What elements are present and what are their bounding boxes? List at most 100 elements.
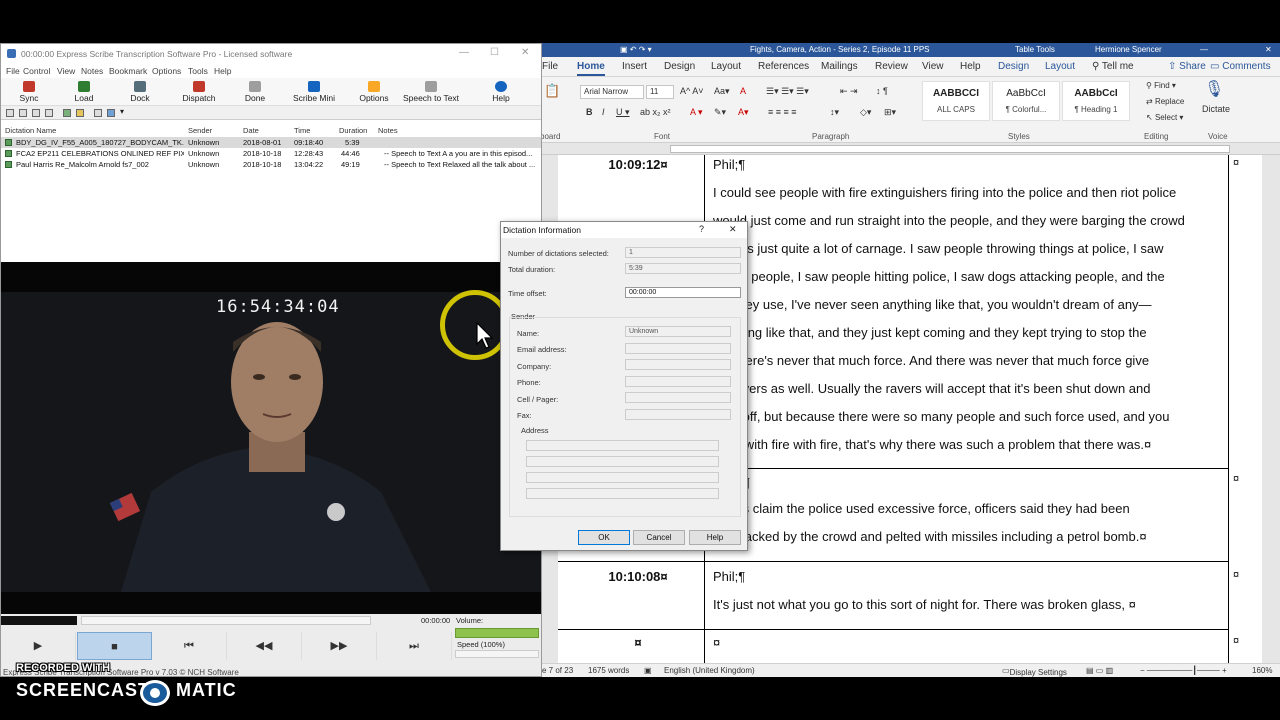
tab-view[interactable]: View (922, 61, 944, 72)
comments-button[interactable]: ▭ Comments (1210, 61, 1271, 72)
scribe-minimize-icon[interactable]: — (459, 47, 469, 58)
borders-icon[interactable]: ⊞▾ (884, 107, 896, 118)
zoom-slider[interactable]: − ────────┃──── + (1140, 666, 1227, 675)
bullets-icon[interactable]: ☰▾ ☰▾ ☰▾ (766, 86, 809, 97)
word-count[interactable]: 1675 words (588, 666, 629, 675)
menu-control[interactable]: Control (23, 66, 50, 76)
tab-file[interactable]: File (542, 61, 558, 72)
line-spacing-icon[interactable]: ↕▾ (830, 107, 839, 118)
sort-icon[interactable]: ↕ ¶ (876, 86, 888, 96)
tab-layout[interactable]: Layout (711, 61, 741, 72)
next-button[interactable]: ⏭ (377, 632, 452, 660)
phone-field[interactable] (625, 376, 731, 387)
column-header[interactable]: Date (243, 126, 259, 135)
globe-icon[interactable] (107, 109, 115, 117)
vertical-scrollbar[interactable] (1264, 155, 1280, 663)
indent-icon[interactable]: ⇤ ⇥ (840, 86, 858, 97)
cell-pager-field[interactable] (625, 392, 731, 403)
play-button[interactable]: ▶ (1, 632, 76, 660)
table-row[interactable]: FCA2 EP211 CELEBRATIONS ONLINED REF PIX … (1, 148, 541, 159)
load-button[interactable]: Load (56, 78, 112, 106)
menu-tools[interactable]: Tools (188, 66, 208, 76)
tab-help[interactable]: Help (960, 61, 981, 72)
display-settings-button[interactable]: ▭ Display Settings (1002, 666, 1067, 677)
save-icon[interactable] (32, 109, 40, 117)
bookmark-icon[interactable] (94, 109, 102, 117)
tab-references[interactable]: References (758, 61, 809, 72)
view-icons[interactable]: ▤ ▭ ▥ (1086, 666, 1113, 675)
dialog-close-icon[interactable]: ✕ (729, 224, 737, 235)
tab-design[interactable]: Design (664, 61, 695, 72)
help-button[interactable]: Help (473, 78, 529, 106)
font-size-box[interactable]: 11 (646, 85, 674, 99)
position-bar[interactable] (1, 616, 77, 625)
print-icon[interactable] (45, 109, 53, 117)
ok-button[interactable]: OK (578, 530, 630, 545)
address-line-4[interactable] (526, 488, 719, 499)
stop-button[interactable]: ■ (77, 632, 152, 660)
sender-name-field[interactable]: Unknown (625, 326, 731, 337)
new-icon[interactable] (6, 109, 14, 117)
tab-insert[interactable]: Insert (622, 61, 647, 72)
clear-format-icon[interactable]: A (740, 86, 746, 96)
style-colorful[interactable]: AaBbCcI ¶ Colorful... (992, 81, 1060, 121)
seek-bar[interactable] (81, 616, 371, 625)
dictate-button[interactable]: Dictate (1202, 104, 1230, 114)
column-header[interactable]: Duration (339, 126, 367, 135)
select-button[interactable]: ↖ Select ▾ (1146, 113, 1183, 122)
font-name-box[interactable]: Arial Narrow (580, 85, 644, 99)
column-header[interactable]: Sender (188, 126, 212, 135)
microphone-icon[interactable]: 🎙 (1204, 79, 1224, 99)
tab-table-layout[interactable]: Layout (1045, 61, 1075, 72)
style-heading-1[interactable]: AABbCcI ¶ Heading 1 (1062, 81, 1130, 121)
menu-options[interactable]: Options (152, 66, 181, 76)
word-minimize-icon[interactable]: — (1200, 45, 1208, 54)
tell-me-box[interactable]: ⚲ Tell me (1092, 61, 1134, 72)
dialog-help-icon[interactable]: ? (699, 224, 704, 234)
column-header[interactable]: Time (294, 126, 310, 135)
column-header[interactable]: Notes (378, 126, 398, 135)
font-color-icon[interactable]: A▾ (738, 107, 749, 118)
open-icon[interactable] (19, 109, 27, 117)
address-line-1[interactable] (526, 440, 719, 451)
bold-icon[interactable]: B (586, 107, 593, 117)
tab-table-design[interactable]: Design (998, 61, 1029, 72)
sync-button[interactable]: Sync (1, 78, 57, 106)
options-button[interactable]: Options (346, 78, 402, 106)
menu-view[interactable]: View (57, 66, 75, 76)
address-line-3[interactable] (526, 472, 719, 483)
fast-forward-button[interactable]: ▶▶ (302, 632, 377, 660)
align-icon[interactable]: ≡ ≡ ≡ ≡ (768, 107, 797, 117)
dock-button[interactable]: Dock (112, 78, 168, 106)
table-row[interactable]: Paul Harris Re_Malcolm Arnold fs7_002 Un… (1, 159, 541, 170)
menu-notes[interactable]: Notes (81, 66, 103, 76)
time-offset-input[interactable]: 00:00:00 (625, 287, 741, 298)
italic-icon[interactable]: I (602, 107, 605, 117)
cancel-button[interactable]: Cancel (633, 530, 685, 545)
style-all-caps[interactable]: AABBCCI ALL CAPS (922, 81, 990, 121)
menu-bookmark[interactable]: Bookmark (109, 66, 147, 76)
fax-field[interactable] (625, 409, 731, 420)
menu-help[interactable]: Help (214, 66, 231, 76)
page-count[interactable]: e 7 of 23 (542, 666, 573, 675)
done-button[interactable]: Done (227, 78, 283, 106)
shading-icon[interactable]: ◇▾ (860, 107, 871, 118)
user-name[interactable]: Hermione Spencer (1095, 45, 1162, 54)
word-close-icon[interactable]: ✕ (1265, 45, 1272, 54)
green-icon[interactable] (63, 109, 71, 117)
tab-review[interactable]: Review (875, 61, 908, 72)
scribe-maximize-icon[interactable]: ☐ (490, 47, 499, 58)
column-header[interactable]: Dictation Name (5, 126, 56, 135)
share-button[interactable]: ⇧ Share (1168, 61, 1206, 72)
speech-to-text-button[interactable]: Speech to Text (399, 78, 463, 106)
ruler[interactable] (540, 143, 1280, 155)
table-row[interactable]: BDY_DG_IV_F55_A005_180727_BODYCAM_TK... … (1, 137, 541, 148)
dropdown-icon[interactable]: ▾ (120, 107, 124, 116)
dispatch-button[interactable]: Dispatch (171, 78, 227, 106)
scribe-mini-button[interactable]: Scribe Mini (286, 78, 342, 106)
find-button[interactable]: ⚲ Find ▾ (1146, 81, 1176, 90)
highlight-icon[interactable]: ✎▾ (714, 107, 726, 118)
quick-access-icons[interactable]: ▣ ↶ ↷ ▾ (620, 45, 652, 54)
speed-slider[interactable] (455, 650, 539, 658)
folder-icon[interactable] (76, 109, 84, 117)
